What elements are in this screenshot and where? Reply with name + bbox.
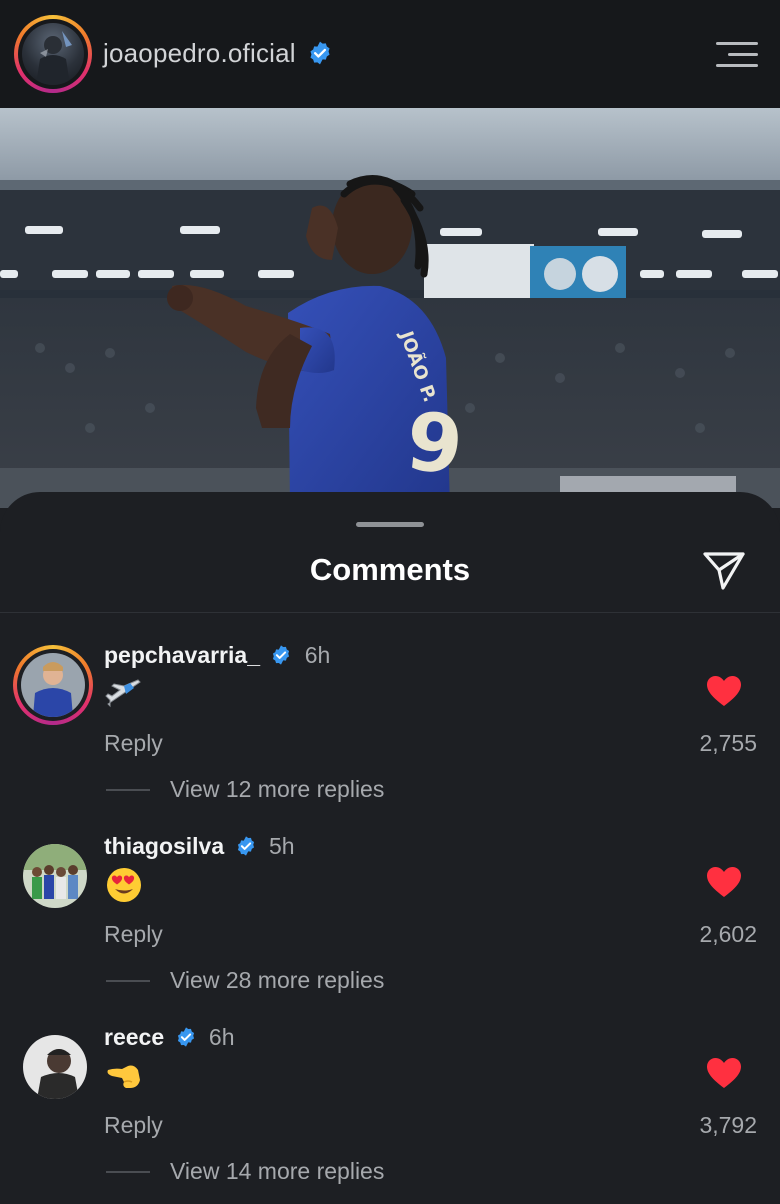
view-replies-button[interactable]: View 28 more replies	[170, 967, 384, 994]
profile-header: joaopedro.oficial	[0, 0, 780, 108]
replies-line	[106, 980, 150, 982]
stadium-celebration-image: 9 JOÃO P.	[0, 108, 780, 508]
view-replies-button[interactable]: View 14 more replies	[170, 1158, 384, 1185]
reply-button[interactable]: Reply	[104, 730, 163, 757]
comment-avatar[interactable]	[23, 844, 87, 908]
replies-line	[106, 789, 150, 791]
heart-eyes-emoji-icon	[107, 868, 141, 902]
comment-username-text: pepchavarria_	[104, 642, 260, 668]
like-heart-icon[interactable]	[706, 675, 742, 707]
reply-button[interactable]: Reply	[104, 921, 163, 948]
verified-badge-icon	[237, 836, 254, 856]
verified-badge-icon	[177, 1027, 194, 1047]
comment-avatar[interactable]	[13, 645, 93, 725]
comment-username-text: reece	[104, 1024, 165, 1050]
profile-username[interactable]: joaopedro.oficial	[103, 38, 333, 69]
like-count: 2,755	[699, 730, 757, 756]
comment-item: reece 6h Reply 3,792 View 14 more replie…	[0, 1014, 780, 1204]
verified-badge-icon	[310, 41, 330, 65]
reply-button[interactable]: Reply	[104, 1112, 163, 1139]
like-count: 3,792	[699, 1112, 757, 1138]
comment-avatar[interactable]	[23, 1035, 87, 1099]
comments-sheet: Comments pepchavarria_ 6h Reply 2,755 Vi…	[0, 492, 780, 1200]
menu-icon[interactable]	[714, 42, 758, 68]
sheet-divider	[0, 612, 780, 613]
comment-username[interactable]: thiagosilva 5h	[104, 833, 295, 860]
like-count: 2,602	[699, 921, 757, 947]
sheet-drag-handle[interactable]	[356, 522, 424, 527]
like-heart-icon[interactable]	[706, 1057, 742, 1089]
replies-line	[106, 1171, 150, 1173]
comment-username[interactable]: reece 6h	[104, 1024, 235, 1051]
avatar-photo	[23, 1035, 87, 1099]
share-icon[interactable]	[700, 546, 748, 594]
sheet-title: Comments	[309, 552, 471, 587]
comment-time: 6h	[208, 1024, 235, 1050]
comment-time: 5h	[268, 833, 295, 859]
comment-username-text: thiagosilva	[104, 833, 225, 859]
profile-avatar[interactable]	[14, 15, 92, 93]
avatar-photo	[23, 844, 87, 908]
profile-photo	[36, 31, 72, 85]
comment-item: pepchavarria_ 6h Reply 2,755 View 12 mor…	[0, 632, 780, 822]
airplane-emoji-icon	[105, 679, 141, 708]
verified-badge-icon	[273, 645, 290, 665]
pointing-left-hand-emoji-icon	[107, 1065, 140, 1088]
comment-username[interactable]: pepchavarria_ 6h	[104, 642, 330, 669]
comment-item: thiagosilva 5h Reply 2,602 View 28 more …	[0, 823, 780, 1013]
profile-username-text: joaopedro.oficial	[103, 38, 296, 68]
like-heart-icon[interactable]	[706, 866, 742, 898]
post-photo[interactable]: 9 JOÃO P.	[0, 108, 780, 508]
avatar-photo	[21, 653, 85, 717]
view-replies-button[interactable]: View 12 more replies	[170, 776, 384, 803]
svg-text:9: 9	[402, 394, 467, 492]
comment-time: 6h	[304, 642, 331, 668]
